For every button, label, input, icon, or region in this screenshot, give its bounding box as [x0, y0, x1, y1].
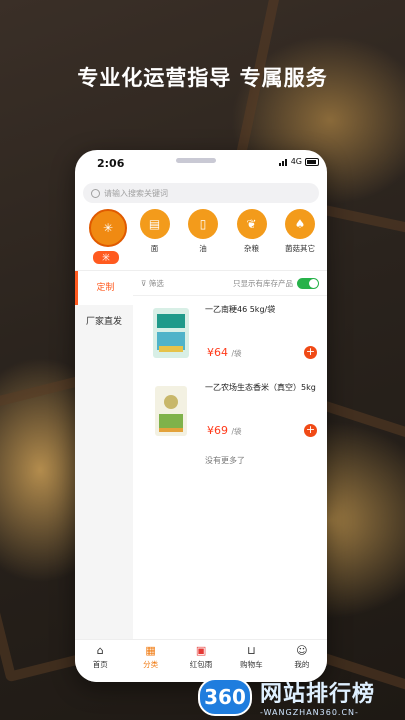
product-image — [153, 308, 189, 358]
signal-icon — [278, 157, 288, 166]
tab-category[interactable]: ▦ 分类 — [125, 640, 175, 682]
watermark: 360 网站排行榜 -WANGZHAN360.CN- — [198, 676, 375, 717]
tab-label: 首页 — [92, 660, 108, 669]
category-oil[interactable]: ▯ 油 — [186, 209, 220, 264]
watermark-en: -WANGZHAN360.CN- — [260, 708, 359, 717]
category-icon: ▦ — [145, 644, 156, 657]
sidebar: 定制 厂家直发 — [75, 271, 133, 640]
category-mushroom[interactable]: ♠ 菌菇其它 — [283, 209, 317, 264]
promo-headline: 专业化运营指导 专属服务 — [77, 66, 328, 90]
status-bar: 2:06 4G — [75, 150, 327, 176]
search-placeholder: 请输入搜索关键词 — [104, 188, 168, 198]
category-rice[interactable]: ✳ 米 — [89, 209, 127, 264]
filter-label: 筛选 — [148, 278, 164, 288]
rice-bowl-icon: ✳ — [89, 209, 127, 247]
no-more-text: 没有更多了 — [205, 456, 245, 465]
notch — [176, 158, 216, 163]
price-value: ¥69 — [207, 424, 228, 437]
list-item[interactable]: 一乙农场生态香米（真空）5kg ¥69 /袋 + — [133, 374, 327, 452]
sidebar-item-factory-direct[interactable]: 厂家直发 — [75, 305, 133, 339]
home-icon: ⌂ — [96, 644, 104, 657]
stock-toggle[interactable] — [297, 277, 319, 289]
tab-label: 我的 — [294, 660, 310, 669]
price-unit: /袋 — [231, 427, 242, 436]
list-item[interactable]: 一乙南粳46 5kg/袋 ¥64 /袋 + — [133, 296, 327, 374]
mushroom-icon: ♠ — [285, 209, 315, 239]
category-label: 杂粮 — [244, 244, 259, 253]
product-name: 一乙农场生态香米（真空）5kg — [205, 383, 316, 392]
tab-label: 分类 — [143, 660, 159, 669]
watermark-text: 网站排行榜 -WANGZHAN360.CN- — [260, 676, 375, 717]
product-image — [155, 386, 187, 436]
cart-icon: ⊔ — [247, 644, 256, 657]
filter-bar: ⊽ 筛选 只显示有库存产品 — [133, 271, 327, 296]
watermark-badge: 360 — [198, 677, 252, 716]
status-time: 2:06 — [97, 157, 125, 170]
stock-toggle-label: 只显示有库存产品 — [233, 278, 293, 288]
product-name: 一乙南粳46 5kg/袋 — [205, 305, 276, 314]
red-envelope-icon: ▣ — [195, 644, 207, 657]
product-list: ⊽ 筛选 只显示有库存产品 一乙南粳46 5kg/袋 ¥64 /袋 + 一乙农场… — [133, 271, 327, 640]
price-unit: /袋 — [231, 349, 242, 358]
price-value: ¥64 — [207, 346, 228, 359]
oil-bottle-icon: ▯ — [188, 209, 218, 239]
content-area: 定制 厂家直发 ⊽ 筛选 只显示有库存产品 一乙南粳46 5kg/袋 ¥64 /… — [75, 270, 327, 640]
filter-icon: ⊽ — [141, 278, 149, 288]
category-label: 米 — [93, 251, 119, 264]
search-input[interactable]: 请输入搜索关键词 — [83, 183, 319, 203]
add-to-cart-button[interactable]: + — [304, 346, 317, 359]
wheat-icon: ❦ — [236, 209, 267, 239]
category-label: 菌菇其它 — [285, 244, 315, 253]
category-label: 面 — [150, 244, 159, 253]
sidebar-item-custom[interactable]: 定制 — [75, 271, 133, 305]
product-price: ¥69 /袋 — [207, 424, 242, 437]
category-grains[interactable]: ❦ 杂粮 — [235, 209, 269, 264]
product-price: ¥64 /袋 — [207, 346, 242, 359]
search-icon — [91, 188, 100, 198]
battery-icon — [305, 157, 319, 166]
network-label: 4G — [290, 157, 302, 166]
add-to-cart-button[interactable]: + — [304, 424, 317, 437]
category-row: ✳ 米 ▤ 面 ▯ 油 ❦ 杂粮 ♠ 菌菇其它 — [75, 203, 327, 264]
tab-label: 红包雨 — [189, 660, 213, 669]
tab-label: 购物车 — [240, 660, 263, 669]
category-flour[interactable]: ▤ 面 — [138, 209, 172, 264]
profile-icon: ☺ — [296, 644, 308, 657]
filter-button[interactable]: ⊽ 筛选 — [141, 278, 233, 289]
watermark-cn: 网站排行榜 — [260, 682, 376, 707]
tab-home[interactable]: ⌂ 首页 — [75, 640, 125, 682]
status-icons: 4G — [278, 157, 319, 166]
phone-screen: 2:06 4G 请输入搜索关键词 ✳ 米 ▤ 面 ▯ 油 ❦ 杂粮 ♠ 菌菇其它… — [75, 150, 327, 682]
category-label: 油 — [199, 244, 207, 253]
flour-bag-icon: ▤ — [139, 209, 170, 239]
